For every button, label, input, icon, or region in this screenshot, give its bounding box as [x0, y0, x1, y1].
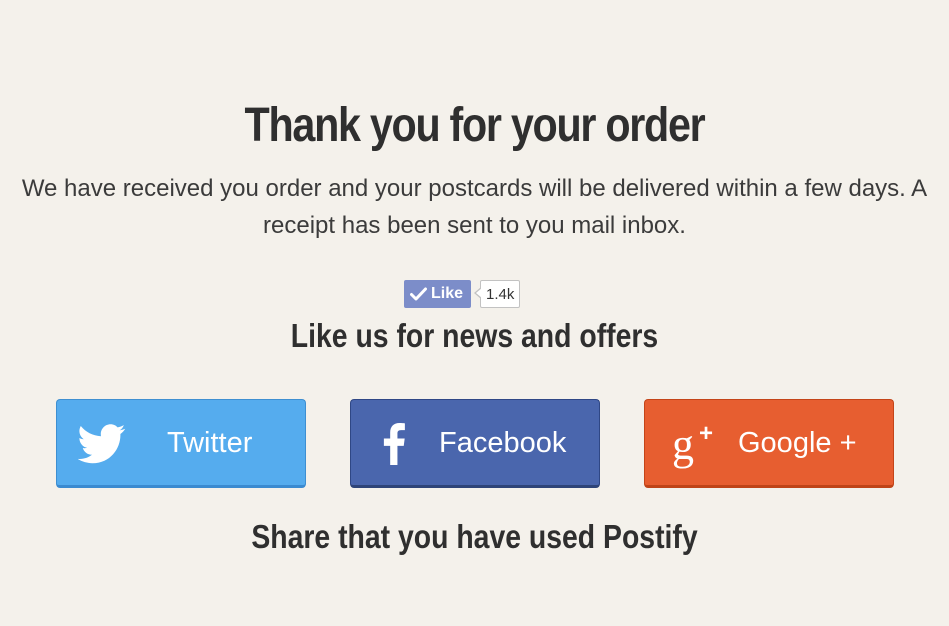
- twitter-share-button[interactable]: Twitter: [56, 399, 306, 488]
- twitter-share-label: Twitter: [167, 427, 253, 459]
- facebook-share-label: Facebook: [439, 427, 567, 459]
- facebook-like-widget: Like 1.4k: [404, 279, 521, 309]
- like-button[interactable]: Like: [404, 280, 472, 308]
- order-confirmation-message: We have received you order and your post…: [21, 175, 928, 239]
- check-icon: [410, 287, 427, 301]
- like-button-label: Like: [431, 285, 464, 302]
- facebook-f-icon: [371, 400, 417, 487]
- like-count: 1.4k: [486, 285, 515, 303]
- svg-text:+: +: [699, 420, 713, 447]
- svg-text:g: g: [672, 420, 694, 469]
- page-title: Thank you for your order: [244, 99, 706, 152]
- google-plus-icon: g +: [669, 400, 725, 487]
- like-count-bubble: 1.4k: [473, 280, 521, 308]
- facebook-share-button[interactable]: Facebook: [350, 399, 600, 488]
- share-caption: Share that you have used Postify: [251, 518, 698, 555]
- like-us-heading: Like us for news and offers: [290, 317, 659, 354]
- google-plus-share-button[interactable]: g + Google +: [644, 399, 894, 488]
- google-plus-share-label: Google +: [738, 427, 857, 459]
- twitter-bird-icon: [77, 400, 127, 487]
